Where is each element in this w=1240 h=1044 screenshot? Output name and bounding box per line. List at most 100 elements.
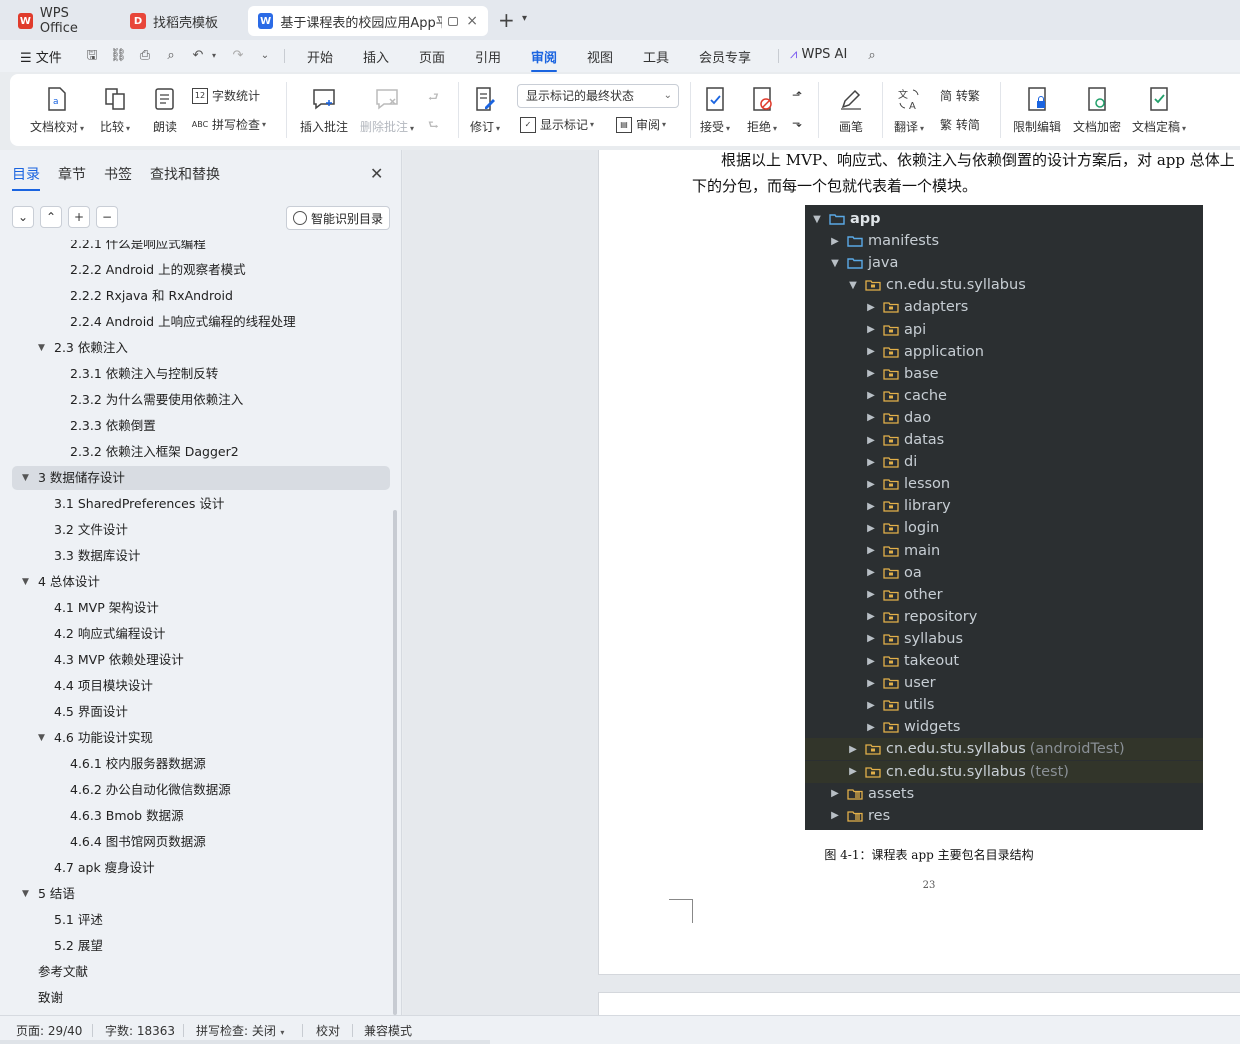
expand-toggle-icon[interactable]: ▼ <box>22 466 29 490</box>
tab-toc[interactable]: 目录 <box>12 164 40 191</box>
restrict-edit-button[interactable]: 限制编辑 <box>1013 86 1061 135</box>
toc-item[interactable]: 2.2.2 Android 上的观察者模式 <box>12 258 390 282</box>
expanded-arrow-icon[interactable]: ▼ <box>847 280 859 291</box>
menu-start[interactable]: 开始 <box>307 47 333 66</box>
spell-check-indicator[interactable]: 拼写检查: 关闭 ▾ <box>196 1022 284 1039</box>
tree-node[interactable]: ▶ dao <box>805 407 1203 429</box>
toc-item[interactable]: 致谢 <box>12 986 390 1010</box>
menu-insert[interactable]: 插入 <box>363 47 389 66</box>
tree-node[interactable]: ▶ library <box>805 495 1203 517</box>
expand-toggle-icon[interactable]: ▼ <box>22 882 29 906</box>
close-icon[interactable]: × <box>466 13 478 29</box>
tree-node[interactable]: ▼ java <box>805 252 1203 274</box>
search-icon[interactable]: ⌕ <box>864 48 880 64</box>
tree-node[interactable]: ▶ assets <box>805 783 1203 805</box>
toc-item[interactable]: 4.5 界面设计 <box>12 700 390 724</box>
toc-item[interactable]: ▼ 5 结语 <box>12 882 390 906</box>
toc-item[interactable]: 2.2.1 什么是响应式编程 <box>12 240 390 256</box>
previous-comment-icon[interactable]: ⮐ <box>428 88 439 109</box>
tree-node[interactable]: ▶ datas <box>805 429 1203 451</box>
word-count-button[interactable]: 12 字数统计 <box>192 87 260 104</box>
tree-node[interactable]: ▶ res <box>805 805 1203 827</box>
next-change-icon[interactable]: ⬎ <box>792 116 802 130</box>
collapsed-arrow-icon[interactable]: ▶ <box>865 479 877 490</box>
proofread-button[interactable]: a 文档校对 ▾ <box>30 86 84 135</box>
menu-review[interactable]: 审阅 <box>531 47 558 72</box>
tree-node[interactable]: ▶ lesson <box>805 473 1203 495</box>
tree-node[interactable]: ▶ user <box>805 672 1203 694</box>
collapsed-arrow-icon[interactable]: ▶ <box>865 435 877 446</box>
collapsed-arrow-icon[interactable]: ▶ <box>865 567 877 578</box>
to-simplified-button[interactable]: 繁 转简 <box>940 116 980 133</box>
toc-item[interactable]: 3.2 文件设计 <box>12 518 390 542</box>
expanded-arrow-icon[interactable]: ▼ <box>811 214 823 225</box>
redo-icon[interactable]: ↷ <box>230 48 246 64</box>
tree-node[interactable]: ▶ repository <box>805 606 1203 628</box>
toc-item[interactable]: ▼ 3 数据储存设计 <box>12 466 390 490</box>
collapsed-arrow-icon[interactable]: ▶ <box>865 633 877 644</box>
collapsed-arrow-icon[interactable]: ▶ <box>865 412 877 423</box>
tree-node[interactable]: ▶ base <box>805 363 1203 385</box>
tree-node[interactable]: ▶ di <box>805 451 1203 473</box>
menu-view[interactable]: 视图 <box>587 47 613 66</box>
collapsed-arrow-icon[interactable]: ▶ <box>865 678 877 689</box>
compare-button[interactable]: 比较 ▾ <box>100 86 130 135</box>
file-menu[interactable]: ☰ 文件 <box>20 47 62 66</box>
chevron-down-icon[interactable]: ▾ <box>522 13 527 24</box>
collapsed-arrow-icon[interactable]: ▶ <box>865 501 877 512</box>
expand-toggle-icon[interactable]: ▼ <box>22 570 29 594</box>
pen-button[interactable]: 画笔 <box>838 86 864 135</box>
toc-item[interactable]: 2.3.1 依赖注入与控制反转 <box>12 362 390 386</box>
menu-tools[interactable]: 工具 <box>643 47 669 66</box>
expanded-arrow-icon[interactable]: ▼ <box>829 258 841 269</box>
tree-node[interactable]: ▶ main <box>805 540 1203 562</box>
tree-node[interactable]: ▶ oa <box>805 562 1203 584</box>
translate-button[interactable]: 文A 翻译 ▾ <box>894 86 924 135</box>
undo-icon[interactable]: ↶ <box>190 48 206 64</box>
collapsed-arrow-icon[interactable]: ▶ <box>865 722 877 733</box>
print-preview-icon[interactable]: ⌕ <box>163 48 179 64</box>
smart-toc-button[interactable]: 智能识别目录 <box>286 206 390 230</box>
display-state-select[interactable]: 显示标记的最终状态 ⌄ <box>517 84 679 108</box>
collapsed-arrow-icon[interactable]: ▶ <box>829 788 841 799</box>
read-aloud-button[interactable]: 朗读 <box>152 86 178 135</box>
next-comment-icon[interactable]: ⮑ <box>428 116 439 137</box>
project-tree-figure[interactable]: ▼ app ▶ manifests ▼ java ▼ cn.edu.stu.syllabus ▶… <box>805 205 1203 830</box>
tree-node[interactable]: ▶ utils <box>805 694 1203 716</box>
tab-document[interactable]: W 基于课程表的校园应用App平台 × <box>248 6 488 36</box>
toc-item[interactable]: 2.3.2 依赖注入框架 Dagger2 <box>12 440 390 464</box>
new-tab-icon[interactable]: + <box>498 8 515 32</box>
toc-item[interactable]: 4.1 MVP 架构设计 <box>12 596 390 620</box>
window-icon[interactable] <box>447 16 459 26</box>
wps-ai-button[interactable]: ⩘ WPS AI <box>790 47 847 62</box>
proof-indicator[interactable]: 校对 <box>316 1022 340 1039</box>
show-markup-button[interactable]: ✓ 显示标记 ▾ <box>520 116 594 133</box>
toc-item[interactable]: 4.6.4 图书馆网页数据源 <box>12 830 390 854</box>
finalize-button[interactable]: 文档定稿 ▾ <box>1132 86 1186 135</box>
expand-toggle-icon[interactable]: ▼ <box>38 336 45 360</box>
menu-references[interactable]: 引用 <box>475 47 501 66</box>
tree-node[interactable]: ▶ api <box>805 319 1203 341</box>
tree-node[interactable]: ▶ widgets <box>805 716 1203 738</box>
collapsed-arrow-icon[interactable]: ▶ <box>865 457 877 468</box>
tree-node[interactable]: ▶ cn.edu.stu.syllabus (androidTest) <box>805 738 1203 761</box>
collapsed-arrow-icon[interactable]: ▶ <box>865 324 877 335</box>
tree-node[interactable]: ▶ manifests <box>805 230 1203 252</box>
tree-node[interactable]: ▼ cn.edu.stu.syllabus <box>805 274 1203 296</box>
tree-node[interactable]: ▶ cache <box>805 385 1203 407</box>
tree-node[interactable]: ▶ login <box>805 517 1203 539</box>
tree-node[interactable]: ▶ application <box>805 341 1203 363</box>
accept-button[interactable]: 接受 ▾ <box>700 86 730 135</box>
collapsed-arrow-icon[interactable]: ▶ <box>865 700 877 711</box>
delete-comment-button[interactable]: 删除批注 ▾ <box>360 86 414 135</box>
collapsed-arrow-icon[interactable]: ▶ <box>865 545 877 556</box>
word-count-indicator[interactable]: 字数: 18363 <box>105 1022 175 1039</box>
toc-item[interactable]: 4.6.3 Bmob 数据源 <box>12 804 390 828</box>
toc-item[interactable]: 4.3 MVP 依赖处理设计 <box>12 648 390 672</box>
link-icon[interactable]: ⛓ <box>110 48 127 64</box>
collapsed-arrow-icon[interactable]: ▶ <box>847 744 859 755</box>
tree-node[interactable]: ▶ cn.edu.stu.syllabus (test) <box>805 760 1203 783</box>
scrollbar[interactable] <box>393 510 397 1015</box>
tree-node[interactable]: ▶ other <box>805 584 1203 606</box>
toc-item[interactable]: 2.3.3 依赖倒置 <box>12 414 390 438</box>
